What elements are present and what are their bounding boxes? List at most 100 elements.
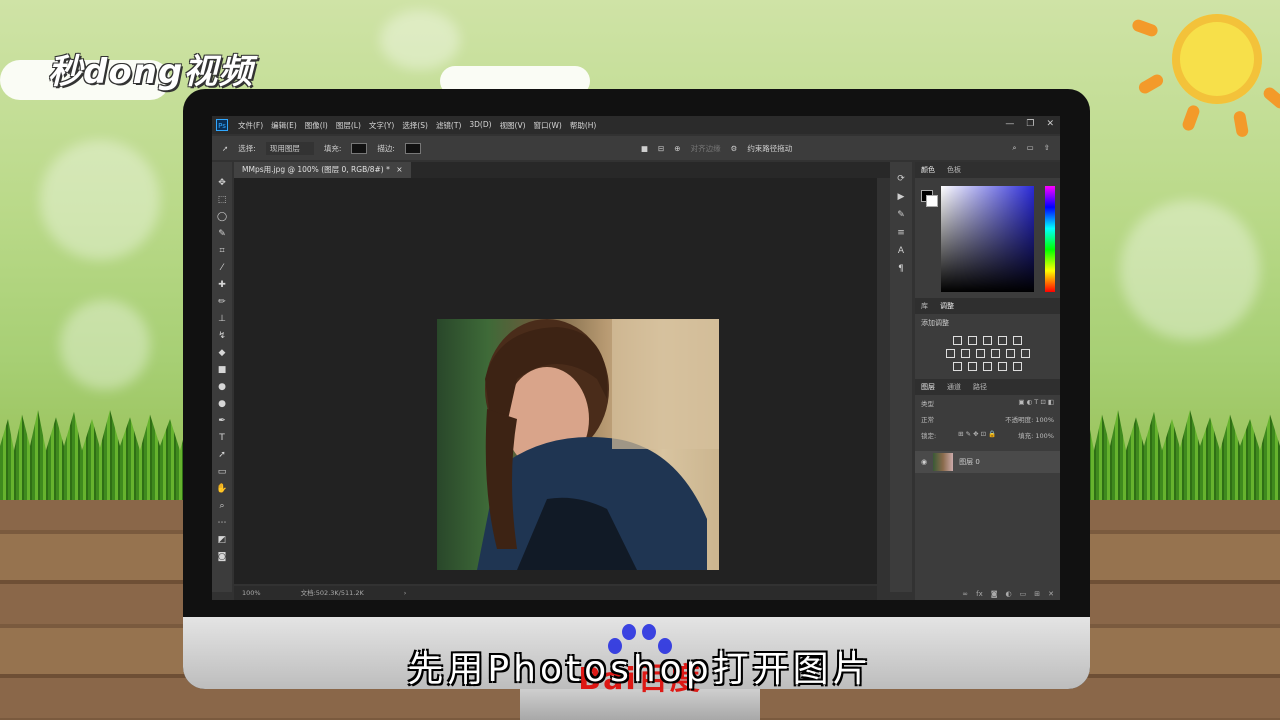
black-white-icon[interactable] <box>975 349 985 358</box>
menu-image[interactable]: 图像(I) <box>305 120 328 131</box>
select-dropdown[interactable]: 现用图层 <box>265 141 314 155</box>
eyedropper-tool-icon[interactable]: ⁄ <box>216 261 228 275</box>
crop-tool-icon[interactable]: ⌗ <box>216 244 228 258</box>
status-arrow[interactable]: › <box>404 586 407 600</box>
lasso-tool-icon[interactable]: ◯ <box>216 210 228 224</box>
menu-edit[interactable]: 编辑(E) <box>271 120 297 131</box>
adjustment-layer-icon[interactable]: ◐ <box>1006 590 1012 598</box>
color-lookup-icon[interactable] <box>1020 349 1030 358</box>
more-tools-icon[interactable]: ⋯ <box>216 516 228 530</box>
gradient-map-icon[interactable] <box>998 362 1007 371</box>
lock-icons[interactable]: ⊞ ✎ ✥ ⊡ 🔒 <box>958 430 996 440</box>
character-icon[interactable]: A <box>898 246 904 256</box>
close-button[interactable]: ✕ <box>1046 119 1054 129</box>
channel-mixer-icon[interactable] <box>1005 349 1015 358</box>
constrain-path-checkbox[interactable]: 约束路径拖动 <box>747 143 792 154</box>
eraser-tool-icon[interactable]: ◆ <box>216 346 228 360</box>
history-brush-icon[interactable]: ↯ <box>216 329 228 343</box>
tab-libraries[interactable]: 库 <box>921 298 928 314</box>
history-icon[interactable]: ⟳ <box>897 174 905 184</box>
new-layer-icon[interactable]: ⊞ <box>1034 590 1040 598</box>
tab-paths[interactable]: 路径 <box>973 379 987 395</box>
opacity-field[interactable]: 不透明度: 100% <box>1005 414 1054 424</box>
menu-filter[interactable]: 滤镜(T) <box>436 120 461 131</box>
move-tool-icon[interactable]: ➚ <box>222 144 228 153</box>
share-icon[interactable]: ⇧ <box>1044 143 1050 153</box>
threshold-icon[interactable] <box>983 362 992 371</box>
mask-icon[interactable]: ◙ <box>991 590 998 598</box>
quick-select-tool-icon[interactable]: ✎ <box>216 227 228 241</box>
healing-tool-icon[interactable]: ✚ <box>216 278 228 292</box>
shape-tool-icon[interactable]: ▭ <box>216 465 228 479</box>
marquee-tool-icon[interactable]: ⬚ <box>216 193 228 207</box>
blur-tool-icon[interactable]: ● <box>216 380 228 394</box>
properties-icon[interactable]: ≡ <box>897 228 905 238</box>
zoom-level[interactable]: 100% <box>242 586 261 600</box>
photo-filter-icon[interactable] <box>990 349 1000 358</box>
hand-tool-icon[interactable]: ✋ <box>216 482 228 496</box>
link-icon[interactable]: ∞ <box>962 590 968 598</box>
tab-layers[interactable]: 图层 <box>921 379 935 395</box>
layer-filter-dropdown[interactable]: 类型 <box>921 398 934 408</box>
search-icon[interactable]: ⌕ <box>1012 143 1016 153</box>
document-tab[interactable]: MMps用.jpg @ 100% (图层 0, RGB/8#) * × <box>234 162 411 178</box>
restore-button[interactable]: ❐ <box>1026 119 1034 129</box>
curves-icon[interactable] <box>983 336 992 345</box>
canvas-area[interactable] <box>234 178 877 584</box>
layer-name[interactable]: 图层 0 <box>959 457 980 467</box>
invert-icon[interactable] <box>953 362 962 371</box>
menu-select[interactable]: 选择(S) <box>402 120 428 131</box>
selective-color-icon[interactable] <box>1013 362 1022 371</box>
menu-layer[interactable]: 图层(L) <box>336 120 361 131</box>
path-select-tool-icon[interactable]: ➚ <box>216 448 228 462</box>
tab-swatches[interactable]: 色板 <box>947 162 961 178</box>
stroke-swatch[interactable] <box>404 142 421 154</box>
filter-icons[interactable]: ▣ ◐ T ⊡ ◧ <box>1018 398 1054 408</box>
photoshop-app-icon[interactable]: Ps <box>216 119 228 131</box>
trash-icon[interactable]: ✕ <box>1048 590 1054 598</box>
color-balance-icon[interactable] <box>960 349 970 358</box>
dodge-tool-icon[interactable]: ● <box>216 397 228 411</box>
eye-icon[interactable]: ◉ <box>921 458 927 466</box>
brightness-icon[interactable] <box>953 336 962 345</box>
hue-slider[interactable] <box>1045 186 1055 292</box>
tab-channels[interactable]: 通道 <box>947 379 961 395</box>
menu-view[interactable]: 视图(V) <box>500 120 526 131</box>
align-edges-label[interactable]: 对齐边缘 <box>691 143 721 154</box>
zoom-tool-icon[interactable]: ⌕ <box>216 499 228 513</box>
color-swatches-icon[interactable]: ◩ <box>216 533 228 547</box>
stamp-tool-icon[interactable]: ⊥ <box>216 312 228 326</box>
path-arrange-icon[interactable]: ⊕ <box>674 144 680 153</box>
path-ops-icon[interactable]: ■ <box>641 144 648 153</box>
tab-close-icon[interactable]: × <box>396 165 402 174</box>
hue-saturation-icon[interactable] <box>945 349 955 358</box>
levels-icon[interactable] <box>968 336 977 345</box>
paragraph-icon[interactable]: ¶ <box>898 264 904 274</box>
posterize-icon[interactable] <box>968 362 977 371</box>
exposure-icon[interactable] <box>998 336 1007 345</box>
group-icon[interactable]: ▭ <box>1020 590 1027 598</box>
brush-tool-icon[interactable]: ✏ <box>216 295 228 309</box>
menu-file[interactable]: 文件(F) <box>238 120 263 131</box>
background-color-swatch[interactable] <box>926 195 938 207</box>
quick-mask-icon[interactable]: ◙ <box>216 550 228 564</box>
gear-icon[interactable]: ⚙ <box>731 144 738 153</box>
menu-window[interactable]: 窗口(W) <box>534 120 562 131</box>
type-tool-icon[interactable]: T <box>216 431 228 445</box>
menu-type[interactable]: 文字(Y) <box>369 120 394 131</box>
tab-color[interactable]: 颜色 <box>921 162 935 178</box>
pen-tool-icon[interactable]: ✒ <box>216 414 228 428</box>
color-field[interactable] <box>941 186 1034 292</box>
menu-help[interactable]: 帮助(H) <box>570 120 597 131</box>
tab-adjustments[interactable]: 调整 <box>940 298 954 314</box>
fill-swatch[interactable] <box>351 142 368 154</box>
play-icon[interactable]: ▶ <box>898 192 905 202</box>
move-tool-icon[interactable]: ✥ <box>216 176 228 190</box>
gradient-tool-icon[interactable]: ■ <box>216 363 228 377</box>
layer-row[interactable]: ◉ 图层 0 <box>915 451 1060 473</box>
workspace-icon[interactable]: ▭ <box>1027 143 1034 153</box>
blend-mode-dropdown[interactable]: 正常 <box>921 414 934 424</box>
brush-settings-icon[interactable]: ✎ <box>897 210 905 220</box>
fx-icon[interactable]: fx <box>976 590 983 598</box>
path-align-icon[interactable]: ⊟ <box>658 144 664 153</box>
